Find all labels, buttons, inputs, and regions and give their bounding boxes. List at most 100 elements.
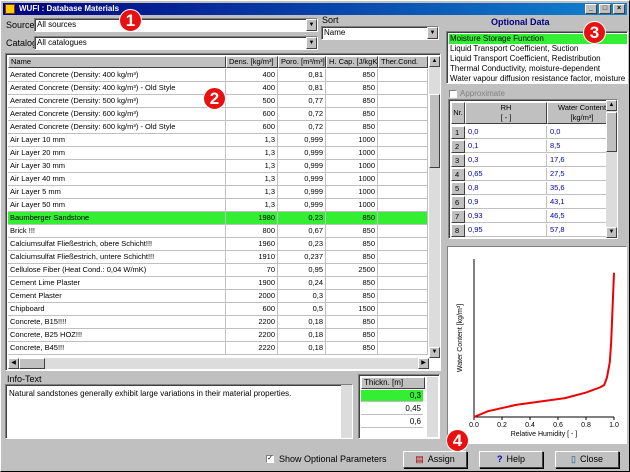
help-button[interactable]: ? Help	[479, 451, 543, 468]
table-row[interactable]: Concrete, B25 HOZ!!! 2200 0,18 850	[8, 329, 428, 342]
table-row[interactable]: 7 0,93 46,5	[451, 210, 617, 223]
assign-button[interactable]: ▤ Assign	[403, 451, 467, 468]
optional-data-item[interactable]: Thermal Conductivity, moisture-dependent	[449, 64, 627, 74]
table-row[interactable]: 4 0,65 27,5	[451, 168, 617, 181]
table-row[interactable]: Cement Plaster 2000 0,3 850	[8, 290, 428, 303]
table-cell: 0,8	[465, 182, 547, 195]
minimize-button[interactable]: _	[585, 4, 597, 14]
table-row[interactable]: Aerated Concrete (Density: 600 kg/m³) - …	[8, 121, 428, 134]
scroll-right-icon[interactable]: ▶	[418, 358, 429, 369]
scroll-thumb[interactable]	[429, 94, 440, 168]
table-row[interactable]: 5 0,8 35,6	[451, 182, 617, 195]
table-cell: 0,72	[278, 108, 326, 121]
scroll-up-icon[interactable]: ▲	[429, 56, 440, 67]
catalog-dropdown[interactable]: All catalogues ▼	[34, 36, 318, 50]
scroll-down-icon[interactable]: ▼	[606, 227, 617, 238]
table-row[interactable]: Cement Lime Plaster 1900 0,24 850	[8, 277, 428, 290]
source-dropdown[interactable]: All sources ▼	[34, 18, 318, 32]
show-optional-checkbox[interactable]: ✓	[266, 455, 274, 463]
table-row[interactable]: 2 0,1 8,5	[451, 140, 617, 153]
maximize-button[interactable]: □	[599, 4, 611, 14]
table-row[interactable]: Air Layer 50 mm 1,3 0,999 1000	[8, 199, 428, 212]
table-cell: 1000	[326, 186, 378, 199]
table-cell: 0,0	[465, 126, 547, 139]
column-header-name[interactable]: Name	[8, 56, 226, 68]
x-tick-label: 0.4	[525, 422, 535, 429]
column-header-rh: RH [ - ]	[465, 102, 547, 124]
optional-data-item[interactable]: Liquid Transport Coefficient, Suction	[449, 44, 627, 54]
table-row[interactable]: Air Layer 30 mm 1,3 0,999 1000	[8, 160, 428, 173]
sort-dropdown[interactable]: Name ▼	[321, 26, 439, 40]
table-row[interactable]: 1 0,0 0,0	[451, 126, 617, 139]
table-cell: Air Layer 20 mm	[8, 147, 226, 160]
title-bar: WUFI : Database Materials _ □ ×	[3, 3, 627, 15]
column-header-density[interactable]: Dens. [kg/m³]	[226, 56, 278, 68]
table-cell: 0,23	[278, 212, 326, 225]
table-row[interactable]: Calciumsulfat Fließestrich, untere Schic…	[8, 251, 428, 264]
table-cell	[378, 173, 428, 186]
column-header-thermal-conductivity[interactable]: Ther.Cond.	[378, 56, 428, 68]
x-axis-label: Relative Humidity [ - ]	[511, 431, 578, 438]
table-cell: 850	[326, 212, 378, 225]
table-cell: 1500	[326, 303, 378, 316]
list-item[interactable]: 0,3	[361, 390, 423, 402]
approximate-checkbox[interactable]	[449, 90, 457, 98]
table-row[interactable]: Concrete, B15!!!! 2200 0,18 850	[8, 316, 428, 329]
column-header-porosity[interactable]: Poro. [m³/m³]	[278, 56, 326, 68]
table-row[interactable]: 6 0,9 43,1	[451, 196, 617, 209]
table-row[interactable]: Baumberger Sandstone 1980 0,23 850	[8, 212, 428, 225]
table-row[interactable]: Cellulose Fiber (Heat Cond.: 0,04 W/mK) 7…	[8, 264, 428, 277]
column-header-heat-capacity[interactable]: H. Cap. [J/kgK]	[326, 56, 378, 68]
table-cell: Air Layer 5 mm	[8, 186, 226, 199]
thickness-scrollbar[interactable]	[427, 377, 438, 437]
table-row[interactable]: Air Layer 20 mm 1,3 0,999 1000	[8, 147, 428, 160]
table-cell: Aerated Concrete (Density: 400 kg/m³) - …	[8, 82, 226, 95]
table-cell: 850	[326, 316, 378, 329]
table-row[interactable]: Concrete, B45!!! 2220 0,18 850	[8, 342, 428, 355]
chevron-down-icon[interactable]: ▼	[427, 27, 438, 39]
chevron-down-icon[interactable]: ▼	[306, 19, 317, 31]
table-row[interactable]: 8 0,95 57,8	[451, 224, 617, 237]
table-cell: 0,67	[278, 225, 326, 238]
scroll-up-icon[interactable]: ▲	[606, 100, 617, 111]
table-row[interactable]: Aerated Concrete (Density: 600 kg/m³) 600…	[8, 108, 428, 121]
info-scrollbar[interactable]	[341, 385, 352, 438]
chevron-down-icon[interactable]: ▼	[306, 37, 317, 49]
table-cell: 2000	[226, 290, 278, 303]
sort-value: Name	[324, 28, 346, 37]
table-row[interactable]: Brick !!! 800 0,67 850	[8, 225, 428, 238]
list-item[interactable]: 0,45	[361, 403, 423, 415]
materials-horizontal-scrollbar[interactable]: ◀ ▶	[8, 358, 429, 369]
optional-data-item[interactable]: Liquid Transport Coefficient, Redistribu…	[449, 54, 627, 64]
table-row[interactable]: Air Layer 5 mm 1,3 0,999 1000	[8, 186, 428, 199]
optional-data-title: Optional Data	[491, 17, 550, 27]
close-window-button[interactable]: ×	[613, 4, 625, 14]
scroll-left-icon[interactable]: ◀	[8, 358, 19, 369]
materials-vertical-scrollbar[interactable]: ▲ ▼	[429, 56, 440, 358]
table-cell: 600	[226, 108, 278, 121]
table-row[interactable]: Air Layer 40 mm 1,3 0,999 1000	[8, 173, 428, 186]
info-text-box[interactable]: Natural sandstones generally exhibit lar…	[5, 384, 353, 439]
optional-data-item[interactable]: Water vapour diffusion resistance factor…	[449, 74, 627, 83]
table-row[interactable]: Chipboard 600 0,5 1500	[8, 303, 428, 316]
table-row[interactable]: 3 0,3 17,6	[451, 154, 617, 167]
scroll-down-icon[interactable]: ▼	[429, 347, 440, 358]
table-cell: 1,3	[226, 173, 278, 186]
table-cell: 6	[451, 196, 465, 209]
table-row[interactable]: Calciumsulfat Fließestrich, obere Schich…	[8, 238, 428, 251]
rh-table-scrollbar[interactable]: ▲ ▼	[606, 100, 617, 238]
table-cell: 850	[326, 82, 378, 95]
table-cell: 0,95	[278, 264, 326, 277]
table-cell: 500	[226, 95, 278, 108]
table-cell	[378, 108, 428, 121]
table-row[interactable]: Aerated Concrete (Density: 400 kg/m³) 400…	[8, 69, 428, 82]
rh-header-label: RH	[500, 103, 512, 112]
table-cell	[378, 147, 428, 160]
sort-label: Sort	[322, 15, 339, 25]
rh-scroll-thumb[interactable]	[606, 112, 617, 152]
close-button[interactable]: ▯ Close	[555, 451, 619, 468]
h-scroll-thumb[interactable]	[19, 358, 45, 369]
table-row[interactable]: Air Layer 10 mm 1,3 0,999 1000	[8, 134, 428, 147]
list-item[interactable]: 0,6	[361, 416, 423, 428]
close-label: Close	[579, 454, 603, 464]
